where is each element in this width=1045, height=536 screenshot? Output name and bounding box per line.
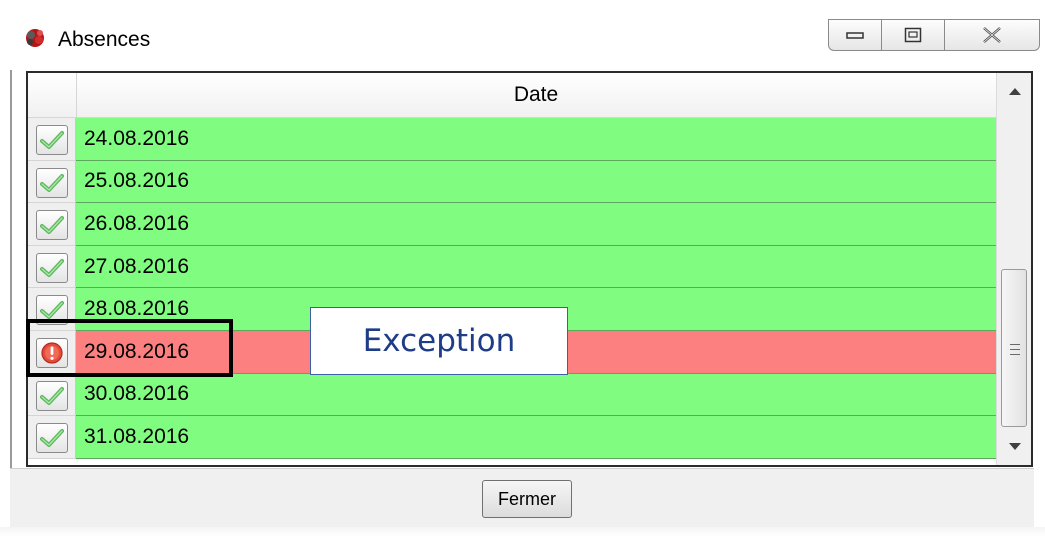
row-header[interactable]	[28, 118, 76, 161]
table-row[interactable]: 25.08.2016	[28, 160, 996, 204]
grid-header: Date	[28, 73, 996, 118]
scroll-down-button[interactable]	[997, 429, 1031, 465]
exception-callout: Exception	[310, 307, 568, 375]
date-cell[interactable]: 26.08.2016	[76, 203, 996, 246]
minimize-icon	[846, 32, 864, 39]
absences-grid[interactable]: Date 24.08.2016 25.08.2016 26.08.2016 27.08…	[26, 71, 1033, 467]
check-icon	[36, 252, 68, 283]
check-icon	[36, 210, 68, 241]
row-header[interactable]	[28, 160, 76, 204]
date-cell[interactable]: 30.08.2016	[76, 373, 996, 417]
row-header[interactable]	[28, 245, 76, 289]
scroll-up-button[interactable]	[997, 73, 1031, 109]
exception-highlight-box	[26, 319, 233, 377]
window-shadow	[0, 527, 1045, 536]
grip-icon	[1010, 344, 1020, 355]
title-bar[interactable]: Absences	[10, 8, 1040, 70]
date-cell[interactable]: 24.08.2016	[76, 118, 996, 161]
check-icon	[36, 423, 68, 454]
fermer-button[interactable]: Fermer	[482, 480, 572, 518]
table-row[interactable]: 24.08.2016	[28, 118, 996, 161]
window-border	[10, 70, 12, 530]
chevron-up-icon	[1008, 88, 1021, 95]
table-row[interactable]: 26.08.2016	[28, 203, 996, 246]
table-row[interactable]: 27.08.2016	[28, 245, 996, 289]
date-cell[interactable]: 27.08.2016	[76, 245, 996, 289]
table-row[interactable]: 31.08.2016	[28, 416, 996, 459]
close-icon	[983, 27, 1001, 43]
app-logo-icon	[26, 29, 44, 47]
minimize-button[interactable]	[828, 19, 882, 51]
table-row[interactable]: 30.08.2016	[28, 373, 996, 417]
date-cell[interactable]: 31.08.2016	[76, 416, 996, 459]
header-corner	[28, 73, 77, 117]
check-icon	[36, 125, 68, 155]
column-header-date[interactable]: Date	[76, 73, 996, 117]
scroll-thumb[interactable]	[1001, 269, 1027, 427]
check-icon	[36, 380, 68, 411]
row-header[interactable]	[28, 373, 76, 417]
absences-window: Absences Date 24.08.2016 25.08.2016 26.08.…	[0, 0, 1045, 536]
date-cell[interactable]: 25.08.2016	[76, 160, 996, 204]
grid-rows: 24.08.2016 25.08.2016 26.08.2016 27.08.2016…	[28, 118, 996, 459]
row-header[interactable]	[28, 203, 76, 246]
maximize-button[interactable]	[881, 19, 945, 51]
window-title: Absences	[58, 28, 151, 51]
chevron-down-icon	[1008, 443, 1021, 450]
check-icon	[36, 167, 68, 198]
vertical-scrollbar[interactable]	[996, 73, 1031, 465]
maximize-icon	[904, 27, 922, 43]
close-window-button[interactable]	[944, 19, 1040, 51]
row-header[interactable]	[28, 416, 76, 459]
